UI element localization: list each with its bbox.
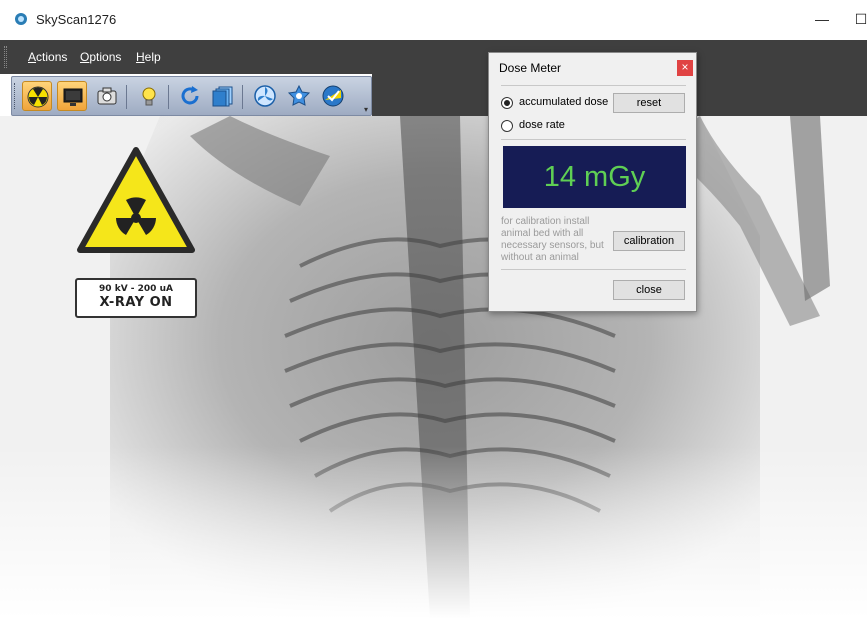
- minimize-button[interactable]: —: [807, 8, 837, 30]
- skyscan-window: SkyScan1276 — ☐ Actions Options Help 90 …: [0, 0, 867, 619]
- menu-grip: [4, 46, 7, 68]
- camera-icon: [97, 87, 117, 105]
- xray-source-button[interactable]: [22, 81, 52, 111]
- shield-check-icon: [322, 85, 344, 107]
- radiation-warning-icon: [77, 147, 195, 253]
- calibration-note: for calibration install animal bed with …: [501, 216, 604, 263]
- accumulated-dose-label: accumulated dose: [519, 96, 609, 108]
- options-divider: [501, 139, 686, 140]
- radio-selected-dot: [504, 100, 510, 106]
- title-bar: SkyScan1276 — ☐: [0, 0, 867, 40]
- monitor-icon: [63, 88, 83, 106]
- radiation-icon: [27, 86, 49, 108]
- xray-status-badge: 90 kV - 200 uA X-RAY ON: [75, 278, 197, 318]
- dialog-close-icon[interactable]: ×: [677, 60, 693, 76]
- app-icon: [15, 13, 27, 25]
- menu-options[interactable]: Options: [80, 50, 121, 64]
- dose-rate-radio[interactable]: [501, 120, 513, 132]
- refresh-icon: [181, 86, 199, 105]
- camera-button[interactable]: [92, 81, 122, 111]
- menu-help[interactable]: Help: [136, 50, 161, 64]
- calibrate-button[interactable]: [318, 81, 348, 111]
- toolbar-separator: [242, 85, 243, 109]
- dose-value-display: 14 mGy: [503, 146, 686, 208]
- menu-actions[interactable]: Actions: [28, 50, 67, 64]
- close-button[interactable]: close: [613, 280, 685, 300]
- scan-frames-button[interactable]: [208, 81, 238, 111]
- dose-meter-dialog: Dose Meter × accumulated dose reset dose…: [488, 52, 697, 312]
- maximize-button[interactable]: ☐: [846, 8, 867, 30]
- accumulated-dose-radio[interactable]: [501, 97, 513, 109]
- toolbar-separator: [126, 85, 127, 109]
- scan-frames-icon: [212, 86, 233, 107]
- toolbar-separator: [168, 85, 169, 109]
- refresh-button[interactable]: [175, 81, 205, 111]
- toolbar-grip[interactable]: [14, 83, 16, 109]
- title-divider: [501, 85, 686, 86]
- process-button[interactable]: [284, 81, 314, 111]
- lightbulb-icon: [142, 87, 156, 106]
- window-title: SkyScan1276: [36, 12, 117, 27]
- dose-rate-label: dose rate: [519, 119, 565, 131]
- menu-bar: Actions Options Help: [0, 40, 867, 74]
- xray-on-label: X-RAY ON: [99, 295, 173, 310]
- main-toolbar: ▾: [11, 76, 372, 116]
- monitor-button[interactable]: [57, 81, 87, 111]
- footer-divider: [501, 269, 686, 270]
- tube-settings-label: 90 kV - 200 uA: [99, 284, 173, 294]
- reset-button[interactable]: reset: [613, 93, 685, 113]
- toolbar-overflow-button[interactable]: ▾: [364, 105, 368, 114]
- dialog-title: Dose Meter: [499, 61, 562, 75]
- calibration-button[interactable]: calibration: [613, 231, 685, 251]
- gear-cycle-icon: [287, 84, 311, 106]
- reconstruct-button[interactable]: [250, 81, 280, 111]
- light-button[interactable]: [134, 81, 164, 111]
- fan-icon: [254, 85, 276, 107]
